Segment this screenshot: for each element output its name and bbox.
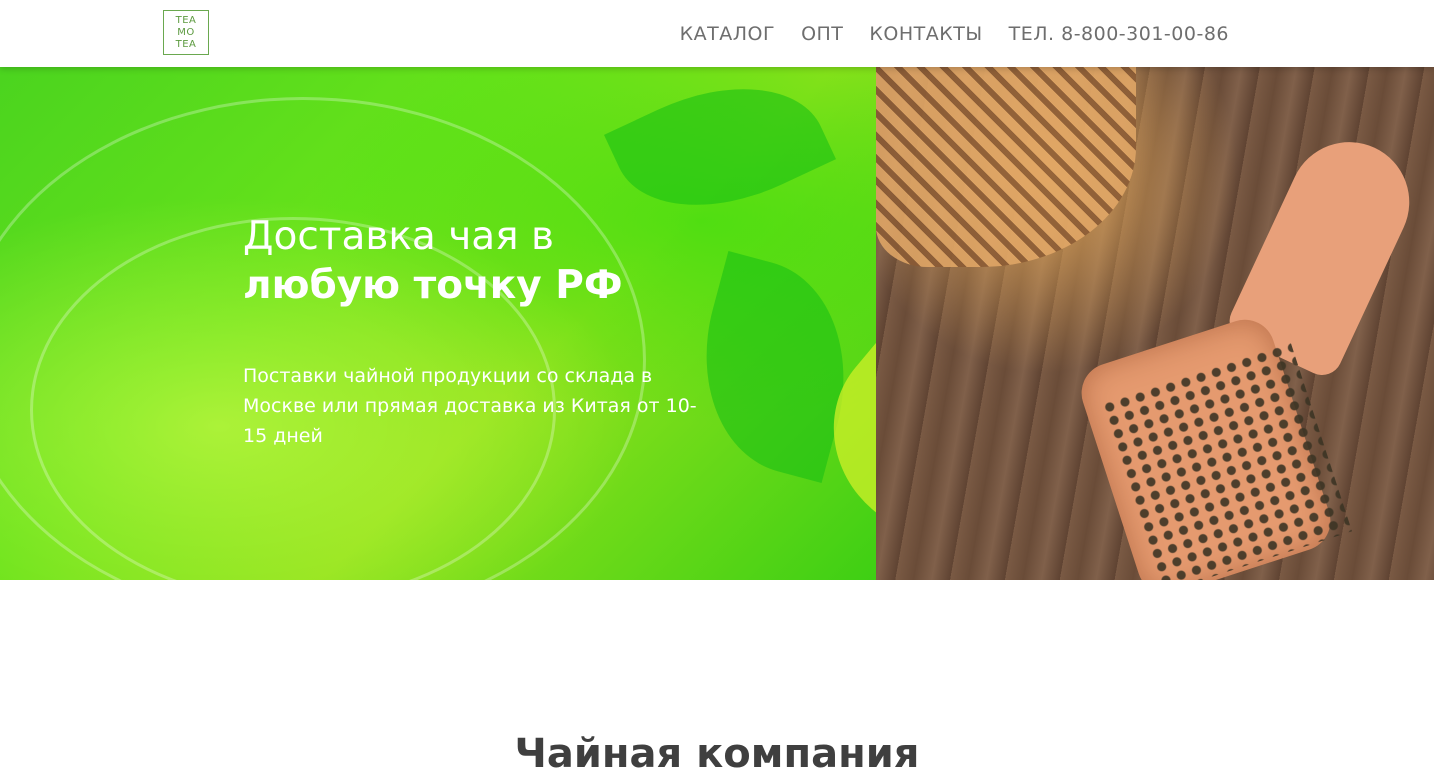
nav-phone-link[interactable]: ТЕЛ. 8-800-301-00-86 [1009,23,1229,45]
brand-logo[interactable]: TEA MO TEA [163,10,209,55]
leaf-image-top [604,67,836,244]
hero-title-line-2: любую точку РФ [243,263,623,308]
logo-line-2: MO [177,26,195,38]
main-nav: КАТАЛОГ ОПТ КОНТАКТЫ ТЕЛ. 8-800-301-00-8… [680,0,1229,67]
hero-title-line-1: Доставка чая в [243,214,555,259]
nav-catalog-link[interactable]: КАТАЛОГ [680,23,775,45]
hero-title: Доставка чая в любую точку РФ [243,212,623,310]
hero-description: Поставки чайной продукции со склада в Мо… [243,365,697,447]
hero-banner: Доставка чая в любую точку РФ Поставки ч… [0,67,1434,580]
nav-wholesale-link[interactable]: ОПТ [801,23,843,45]
logo-line-3: TEA [175,38,197,50]
site-header: TEA MO TEA КАТАЛОГ ОПТ КОНТАКТЫ ТЕЛ. 8-8… [0,0,1434,67]
logo-line-1: TEA [175,14,197,26]
nav-contacts-link[interactable]: КОНТАКТЫ [869,23,982,45]
hero-green-panel [0,67,998,580]
hero-photo-panel [876,67,1434,580]
bamboo-basket-image [876,67,1136,267]
